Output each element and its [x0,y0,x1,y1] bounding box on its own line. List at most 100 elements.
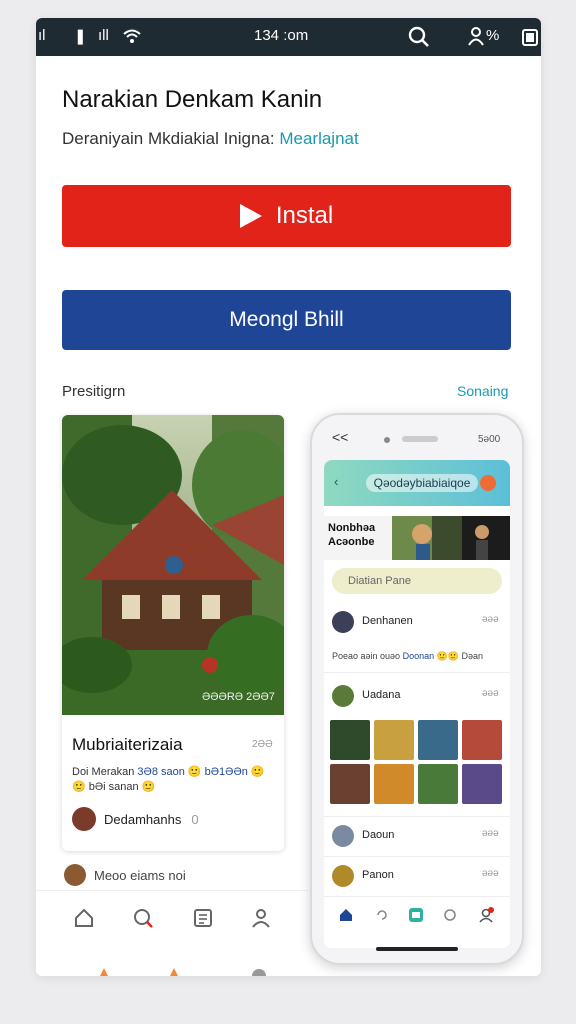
banner[interactable]: Nonbhəa Acəonbe [324,516,510,560]
home-icon[interactable] [73,907,95,929]
subtitle-link[interactable]: Mearlajnat [279,129,358,148]
install-label: Instal [275,202,334,229]
wifi-icon [123,29,141,43]
bottom-nav [36,890,308,946]
section-title: Presitigrn [62,383,126,400]
list-item-name: Daoun [362,829,395,841]
notification-icon[interactable] [480,475,496,491]
app-subtitle: Deraniyain Mkdiakial Inigna: Mearlajnat [62,129,359,149]
search-input[interactable]: Diatian Pane [332,568,502,594]
app-title: Narakian Denkam Kanin [62,86,323,113]
grid-photo[interactable] [462,764,502,804]
avatar [332,825,354,847]
subtitle-text: Deraniyain Mkdiakial Inigna: [62,129,275,148]
flame-icon [100,968,108,976]
chevron-left-icon[interactable]: ‹ [334,474,338,489]
phone-top-bar: << 5ə00 [312,415,522,457]
app-store-card: ıl ❚ ıll 134 :om % Narakian Denkam Kanin… [36,18,541,976]
list-item[interactable]: Uadana əəə [332,682,504,712]
chat-icon[interactable] [132,907,154,929]
grid-photo[interactable] [418,764,458,804]
phone-screen: ‹ Qəodəybiabiaiqoe Nonbhəa Acəonbe Diati… [324,460,510,948]
list-item[interactable]: Denhanen əəə [332,608,504,638]
post-text-a: Doi Merakan [72,766,138,778]
feed-text: Poeao aəin ouəo Doonan 🙂🙂 Dəan [332,651,502,662]
post-title: Mubriaiterizaia [72,735,183,754]
screenshot-card-1[interactable]: ƏƏƏRƏ 2ƏƏ7 Mubriaiterizaia 2ƏƏ Doi Merak… [62,415,284,851]
grid-photo[interactable] [374,720,414,760]
grid-photo[interactable] [462,720,502,760]
grid-photo[interactable] [374,764,414,804]
list-item-name: Panon [362,869,394,881]
back-icon[interactable]: << [332,429,348,445]
shop-icon[interactable] [408,907,424,923]
play-icon [239,204,262,228]
feed-text-b: 🙂🙂 Dəan [434,651,484,661]
grid-photo[interactable] [330,764,370,804]
circle-icon [252,969,266,976]
divider [324,856,510,857]
app-bottom-nav [324,896,510,948]
document-icon[interactable] [192,907,214,929]
secondary-button[interactable]: Meongl Bhill [62,290,511,350]
banner-text: Nonbhəa Acəonbe [324,516,392,560]
profile-icon[interactable] [478,907,494,923]
avatar [64,864,86,886]
home-icon[interactable] [338,907,354,923]
avatar [332,685,354,707]
author-row[interactable]: Dedamhanhs 0 [72,807,199,831]
more-icon[interactable]: əəə [482,868,499,879]
grid-photo[interactable] [330,720,370,760]
post-text-highlight: 3Ə8 saon [137,766,185,778]
app-header: ‹ Qəodəybiabiaiqoe [324,460,510,506]
post-text-c: bƏ1ƏƏn [204,766,248,778]
more-icon[interactable]: əəə [482,614,499,625]
list-item-name: Uadana [362,689,401,701]
speaker-slot [402,436,438,442]
list-item[interactable]: Daoun əəə [332,822,504,852]
loop-icon[interactable] [442,907,458,923]
divider [324,672,510,673]
author-name: Dedamhanhs [104,811,182,827]
header-title: Qəodəybiabiaiqoe [366,474,478,492]
battery-percent: % [486,27,500,44]
more-icon[interactable]: əəə [482,828,499,839]
home-indicator[interactable] [376,947,458,951]
flame-icon [170,968,178,976]
signal-icon: ıl [38,27,46,44]
list-item[interactable]: Panon əəə [332,862,504,892]
avatar [72,807,96,831]
post-text: Doi Merakan 3Ə8 saon 🙂 bƏ1ƏƏn 🙂🙂 bƏi san… [72,765,277,795]
battery-icon [522,29,538,46]
notification-icon: ❚ [74,28,87,45]
secondary-label: Meongl Bhill [229,308,344,331]
avatar [332,611,354,633]
divider [324,816,510,817]
status-bar: ıl ❚ ıll 134 :om % [36,18,541,56]
search-icon[interactable] [408,26,430,48]
banner-image [392,516,510,560]
refresh-icon[interactable] [374,907,390,923]
list-item[interactable]: Meoo eiams noi [64,864,186,886]
signal-bars-icon: ıll [98,27,109,44]
profile-icon[interactable] [250,907,272,929]
section-link[interactable]: Sonaing [457,383,508,399]
phone-time: 5ə00 [478,434,501,445]
more-icon[interactable]: əəə [482,688,499,699]
post-meta: 2ƏƏ [252,739,273,750]
author-count: 0 [191,811,199,827]
phone-mockup: << 5ə00 ‹ Qəodəybiabiaiqoe Nonbhəa Acəon… [310,413,524,965]
forest-house-image [62,415,284,715]
profile-icon[interactable] [468,26,484,46]
photo-grid [330,720,504,808]
list-item-name: Denhanen [362,615,413,627]
list-item-label: Meoo eiams noi [94,867,186,883]
grid-photo[interactable] [418,720,458,760]
clock: 134 :om [254,27,309,44]
photo-caption: ƏƏƏRƏ 2ƏƏ7 [202,691,275,703]
feed-text-highlight: Doonan [402,651,435,661]
avatar [332,865,354,887]
install-button[interactable]: Instal [62,185,511,247]
post-text-b: 🙂 [184,766,205,778]
feed-text-a: Poeao aəin ouəo [332,651,403,661]
